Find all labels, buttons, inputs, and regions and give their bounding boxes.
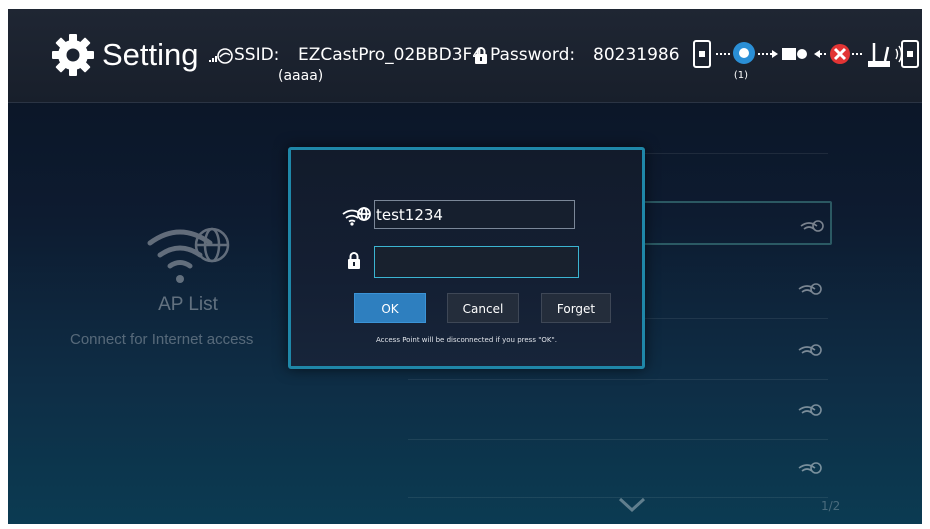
- password-label: Password:: [490, 45, 576, 65]
- connection-status-diagram: [693, 40, 919, 68]
- connected-count: (1): [733, 70, 749, 81]
- client-device-icon: [733, 42, 755, 64]
- chevron-down-icon[interactable]: [618, 497, 646, 513]
- dialog-note: Access Point will be disconnected if you…: [376, 336, 557, 344]
- password-value: 80231986: [593, 45, 680, 65]
- ssid-label: SSID:: [234, 45, 280, 65]
- ssid-value: EZCastPro_02BBD3F4: [298, 45, 484, 65]
- password-field[interactable]: [374, 246, 579, 278]
- tv-screen: Setting SSID: EZCastPro_02BBD3F4 (aaaa) …: [8, 9, 922, 524]
- gear-icon: [52, 34, 94, 76]
- wifi-connect-icon: [209, 48, 233, 64]
- ap-list-item[interactable]: [408, 445, 828, 498]
- disconnected-x-icon: [830, 44, 850, 64]
- wifi-globe-icon: [798, 344, 822, 356]
- ssid-alias: (aaaa): [278, 68, 324, 84]
- lock-icon: [475, 47, 487, 64]
- page-indicator: 1/2: [821, 499, 841, 513]
- ap-list-title: AP List: [158, 294, 218, 315]
- page-title: Setting: [102, 37, 199, 72]
- cancel-button[interactable]: Cancel: [447, 293, 519, 323]
- router-icon: [868, 43, 890, 67]
- wifi-globe-icon: [798, 404, 822, 416]
- top-bar: Setting SSID: EZCastPro_02BBD3F4 (aaaa) …: [8, 9, 922, 103]
- ap-list-subtitle: Connect for Internet access: [70, 331, 254, 348]
- ok-button[interactable]: OK: [354, 293, 426, 323]
- forget-button[interactable]: Forget: [541, 293, 611, 323]
- ssid-field[interactable]: test1234: [374, 200, 575, 229]
- wifi-globe-icon: [800, 220, 824, 232]
- wifi-globe-icon: [342, 207, 371, 226]
- phone-icon: [693, 40, 711, 68]
- wifi-globe-icon: [798, 283, 822, 295]
- phone-icon: [901, 40, 919, 68]
- projector-icon: [782, 48, 807, 60]
- lock-icon: [348, 252, 360, 269]
- wifi-globe-icon: [147, 227, 230, 283]
- ap-list-item[interactable]: [408, 387, 828, 440]
- wifi-connect-dialog: test1234 OK Cancel Forget Access Point w…: [288, 147, 645, 369]
- wifi-globe-icon: [798, 462, 822, 474]
